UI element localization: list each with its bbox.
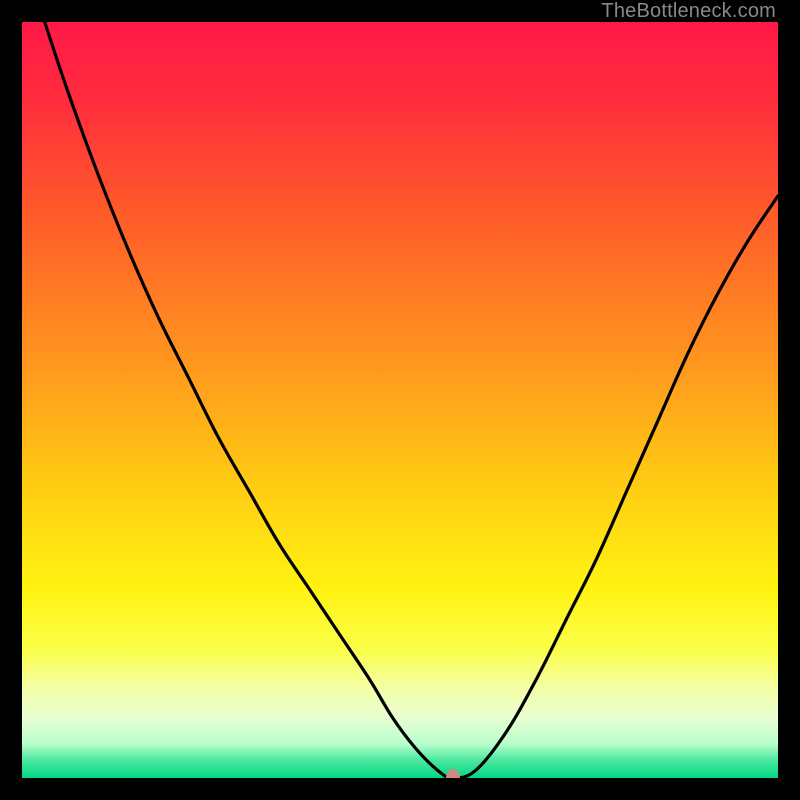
plot-area	[22, 22, 778, 778]
curve-svg	[22, 22, 778, 778]
chart-container: TheBottleneck.com	[0, 0, 800, 800]
attribution-text: TheBottleneck.com	[601, 0, 776, 23]
bottleneck-curve	[45, 22, 778, 778]
